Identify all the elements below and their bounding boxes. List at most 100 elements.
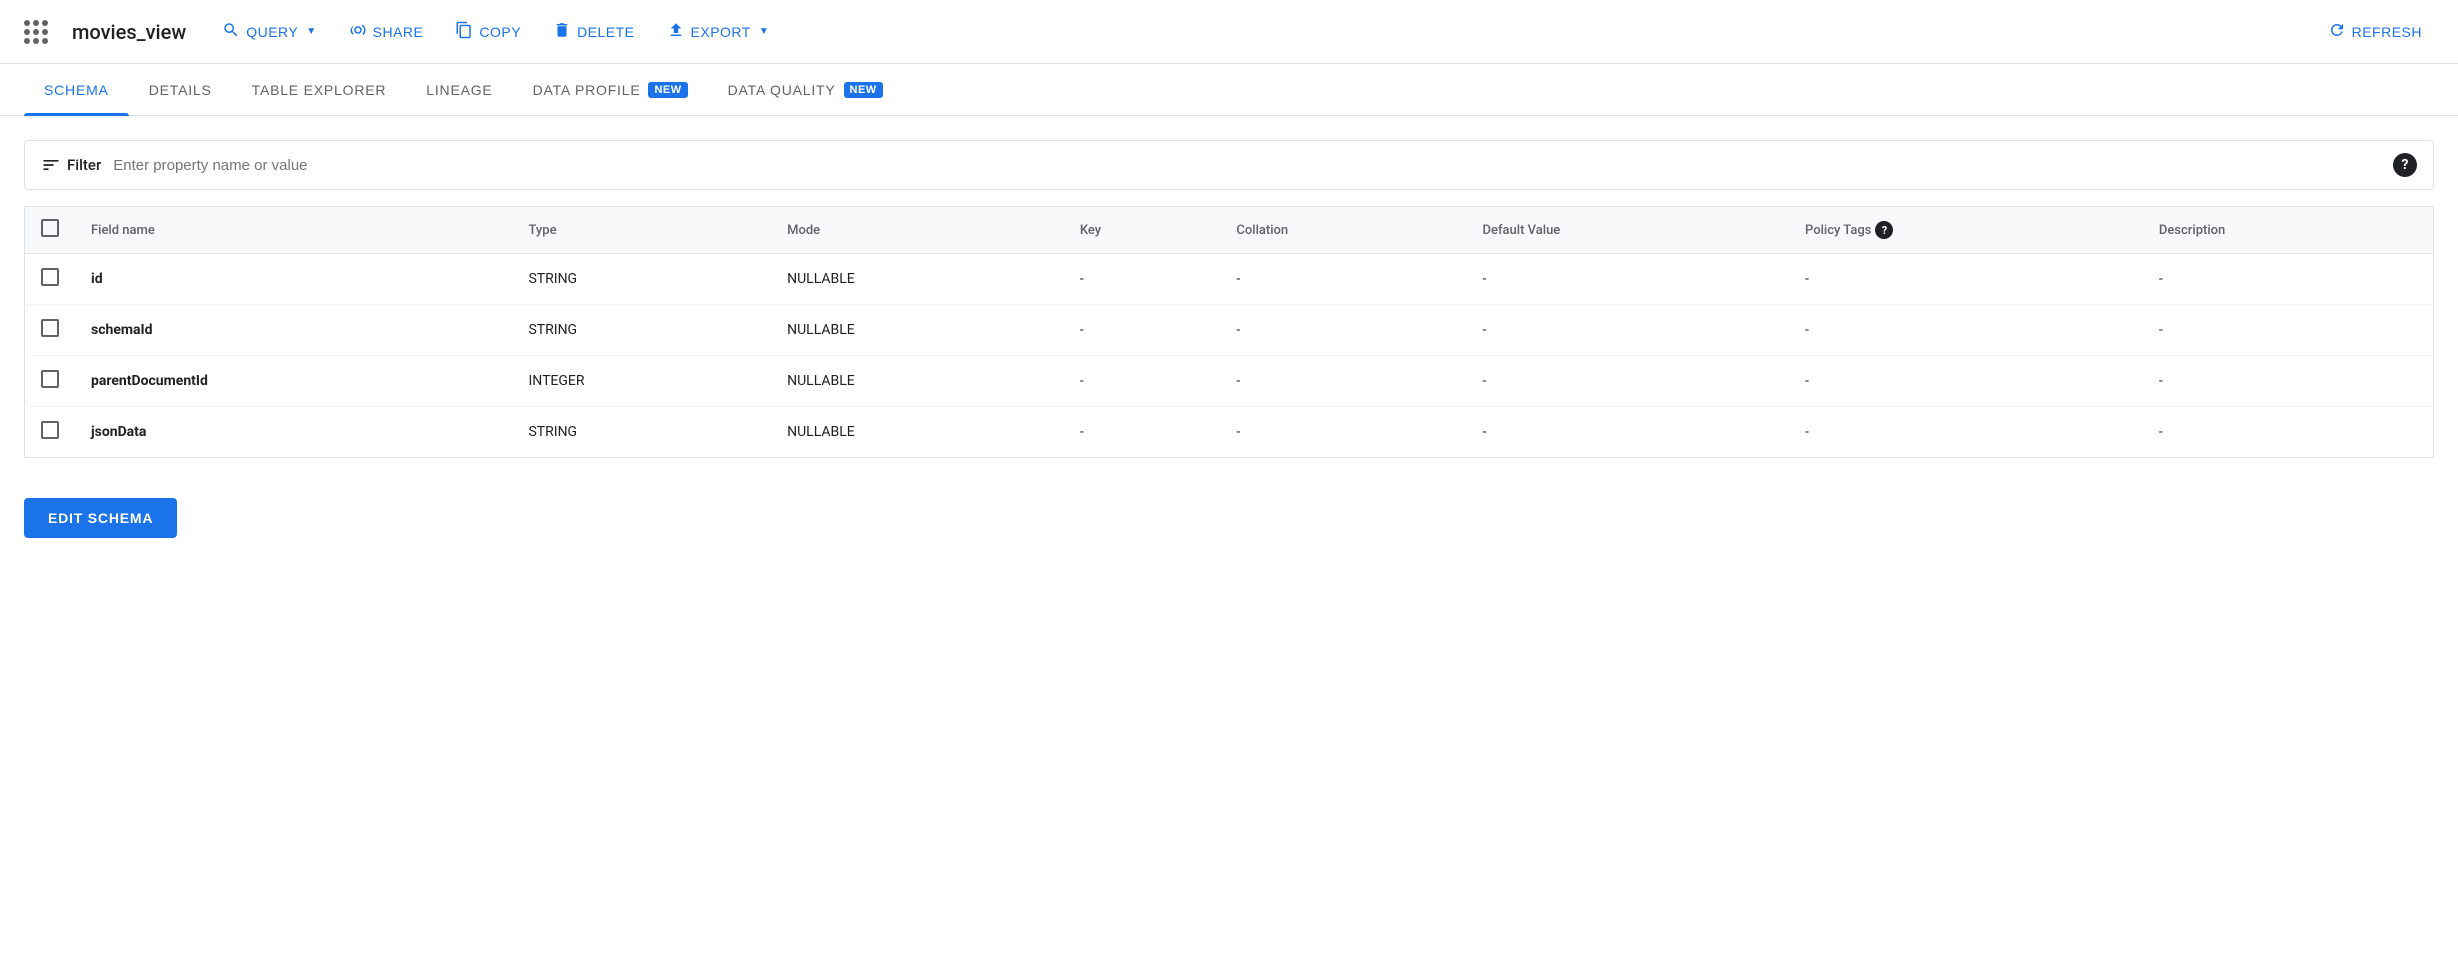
schema-table: Field name Type Mode Key Collation Defau…: [24, 206, 2434, 458]
row-checkbox-cell: [25, 254, 76, 305]
header-policy-tags: Policy Tags ?: [1789, 207, 2143, 254]
filter-label: Filter: [67, 156, 101, 174]
export-label: EXPORT: [691, 24, 751, 40]
header-key: Key: [1064, 207, 1221, 254]
filter-icon-label: Filter: [41, 155, 101, 175]
data-profile-badge: NEW: [648, 82, 687, 98]
cell-field-name: id: [75, 254, 512, 305]
query-dropdown-icon: ▼: [306, 26, 316, 37]
export-button[interactable]: EXPORT ▼: [655, 13, 782, 50]
tab-details[interactable]: DETAILS: [129, 64, 232, 116]
filter-bar: Filter ?: [24, 140, 2434, 190]
table-row: jsonData STRING NULLABLE - - - - -: [25, 407, 2434, 458]
header-description: Description: [2143, 207, 2434, 254]
copy-label: COPY: [479, 24, 521, 40]
tab-schema-label: SCHEMA: [44, 82, 109, 98]
header-checkbox-cell: [25, 207, 76, 254]
policy-tags-help-icon[interactable]: ?: [1875, 221, 1893, 239]
tab-table-explorer[interactable]: TABLE EXPLORER: [232, 64, 407, 116]
row-checkbox[interactable]: [41, 319, 59, 337]
cell-description: -: [2143, 356, 2434, 407]
row-checkbox-cell: [25, 356, 76, 407]
delete-icon: [553, 21, 571, 42]
row-checkbox[interactable]: [41, 421, 59, 439]
header-collation: Collation: [1220, 207, 1466, 254]
select-all-checkbox[interactable]: [41, 219, 59, 237]
cell-policy-tags: -: [1789, 407, 2143, 458]
cell-policy-tags: -: [1789, 356, 2143, 407]
refresh-label: REFRESH: [2352, 24, 2422, 40]
cell-field-name: jsonData: [75, 407, 512, 458]
row-checkbox-cell: [25, 305, 76, 356]
row-checkbox[interactable]: [41, 370, 59, 388]
cell-field-name: parentDocumentId: [75, 356, 512, 407]
cell-type: INTEGER: [512, 356, 771, 407]
tab-schema[interactable]: SCHEMA: [24, 64, 129, 116]
cell-mode: NULLABLE: [771, 305, 1064, 356]
cell-collation: -: [1220, 356, 1466, 407]
row-checkbox-cell: [25, 407, 76, 458]
query-button[interactable]: QUERY ▼: [210, 13, 328, 50]
cell-default-value: -: [1467, 305, 1789, 356]
refresh-button[interactable]: REFRESH: [2316, 13, 2434, 50]
cell-default-value: -: [1467, 254, 1789, 305]
header-default-value: Default Value: [1467, 207, 1789, 254]
table-header-row: Field name Type Mode Key Collation Defau…: [25, 207, 2434, 254]
header-field-name: Field name: [75, 207, 512, 254]
cell-default-value: -: [1467, 356, 1789, 407]
share-icon: [349, 21, 367, 42]
copy-icon: [455, 21, 473, 42]
filter-help-icon[interactable]: ?: [2393, 153, 2417, 177]
cell-description: -: [2143, 254, 2434, 305]
toolbar: movies_view QUERY ▼ SHARE COPY DELETE EX…: [0, 0, 2458, 64]
header-mode: Mode: [771, 207, 1064, 254]
share-button[interactable]: SHARE: [337, 13, 436, 50]
cell-key: -: [1064, 254, 1221, 305]
cell-default-value: -: [1467, 407, 1789, 458]
query-label: QUERY: [246, 24, 298, 40]
filter-input[interactable]: [113, 157, 2393, 174]
refresh-icon: [2328, 21, 2346, 42]
data-quality-badge: NEW: [844, 82, 883, 98]
cell-key: -: [1064, 356, 1221, 407]
copy-button[interactable]: COPY: [443, 13, 533, 50]
export-icon: [667, 21, 685, 42]
query-icon: [222, 21, 240, 42]
table-row: id STRING NULLABLE - - - - -: [25, 254, 2434, 305]
cell-policy-tags: -: [1789, 254, 2143, 305]
cell-type: STRING: [512, 254, 771, 305]
cell-mode: NULLABLE: [771, 407, 1064, 458]
table-row: schemaId STRING NULLABLE - - - - -: [25, 305, 2434, 356]
delete-button[interactable]: DELETE: [541, 13, 646, 50]
cell-key: -: [1064, 407, 1221, 458]
export-dropdown-icon: ▼: [759, 26, 769, 37]
apps-grid-icon[interactable]: [24, 20, 48, 44]
cell-mode: NULLABLE: [771, 254, 1064, 305]
tab-data-profile[interactable]: DATA PROFILE NEW: [513, 64, 708, 116]
tab-data-quality-label: DATA QUALITY: [728, 82, 836, 98]
cell-field-name: schemaId: [75, 305, 512, 356]
tab-table-explorer-label: TABLE EXPLORER: [252, 82, 387, 98]
row-checkbox[interactable]: [41, 268, 59, 286]
header-type: Type: [512, 207, 771, 254]
main-content: Filter ? Field name Type Mode Key Collat…: [0, 116, 2458, 578]
cell-description: -: [2143, 407, 2434, 458]
tab-lineage-label: LINEAGE: [426, 82, 492, 98]
delete-label: DELETE: [577, 24, 634, 40]
cell-collation: -: [1220, 254, 1466, 305]
tab-bar: SCHEMA DETAILS TABLE EXPLORER LINEAGE DA…: [0, 64, 2458, 116]
tab-lineage[interactable]: LINEAGE: [406, 64, 512, 116]
page-title: movies_view: [72, 20, 186, 44]
cell-collation: -: [1220, 305, 1466, 356]
cell-collation: -: [1220, 407, 1466, 458]
tab-data-quality[interactable]: DATA QUALITY NEW: [708, 64, 903, 116]
cell-type: STRING: [512, 407, 771, 458]
tab-data-profile-label: DATA PROFILE: [533, 82, 641, 98]
cell-policy-tags: -: [1789, 305, 2143, 356]
cell-type: STRING: [512, 305, 771, 356]
cell-description: -: [2143, 305, 2434, 356]
edit-schema-button[interactable]: EDIT SCHEMA: [24, 498, 177, 538]
cell-mode: NULLABLE: [771, 356, 1064, 407]
tab-details-label: DETAILS: [149, 82, 212, 98]
share-label: SHARE: [373, 24, 424, 40]
